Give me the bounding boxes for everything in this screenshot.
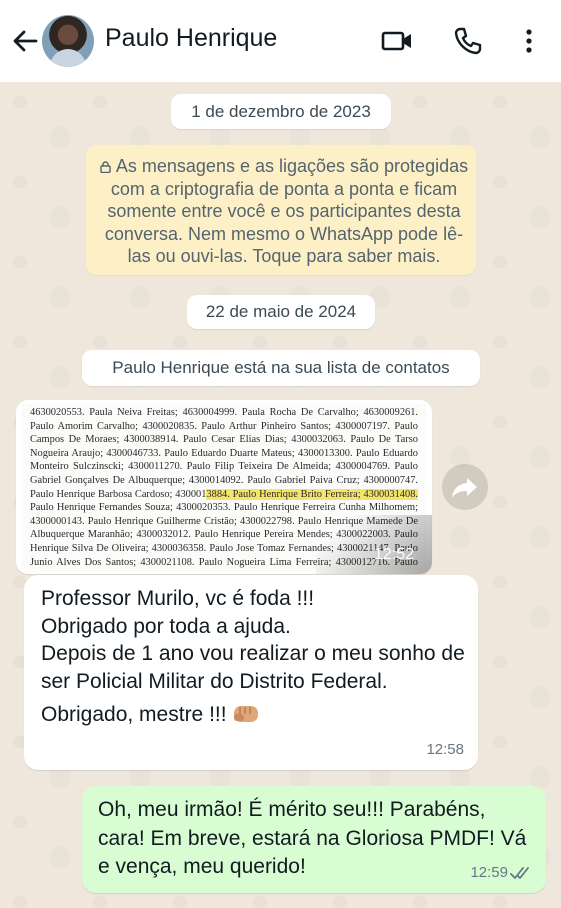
lock-icon [100,161,111,173]
image-message[interactable]: 4630020553. Paula Neiva Freitas; 4630004… [16,400,432,574]
message-line: Obrigado, mestre !!! [41,703,227,726]
message-line: Obrigado por toda a ajuda. [41,614,291,638]
message-time: 12:59 [470,864,508,881]
contact-name[interactable]: Paulo Henrique [105,24,277,53]
contact-info-notice: Paulo Henrique está na sua lista de cont… [82,350,480,386]
more-options-icon[interactable] [512,24,546,58]
contact-avatar[interactable] [42,15,94,67]
forward-icon [452,478,477,498]
message-line: Depois de 1 ano vou realizar o meu sonho… [41,642,465,693]
chat-area[interactable]: 1 de dezembro de 2023 As mensagens e as … [0,82,561,908]
message-time: 12:52 [373,546,414,563]
fist-bump-emoji-icon [234,706,259,722]
video-call-icon[interactable] [380,24,414,58]
incoming-message[interactable]: Professor Murilo, vc é foda !!! Obrigado… [24,575,478,770]
date-separator: 22 de maio de 2024 [187,295,375,329]
phone-icon[interactable] [451,24,485,58]
read-double-check-icon [510,867,529,879]
doc-highlight: 3884. Paulo Henrique Brito Ferreira; 430… [206,488,418,500]
back-arrow-icon[interactable] [8,24,42,58]
message-line: Professor Murilo, vc é foda !!! [41,587,315,610]
date-separator: 1 de dezembro de 2023 [171,94,391,129]
message-time: 12:58 [426,741,464,758]
forward-button[interactable] [442,464,488,510]
message-text: Oh, meu irmão! É mérito seu!!! Parabéns,… [98,798,527,878]
chat-header: Paulo Henrique [0,0,561,82]
outgoing-message[interactable]: Oh, meu irmão! É mérito seu!!! Parabéns,… [82,786,546,893]
doc-text: 4630020553. Paula Neiva Freitas; 4630004… [30,407,418,500]
encryption-text: As mensagens e as ligações são protegida… [104,156,469,266]
encryption-notice[interactable]: As mensagens e as ligações são protegida… [86,145,476,275]
